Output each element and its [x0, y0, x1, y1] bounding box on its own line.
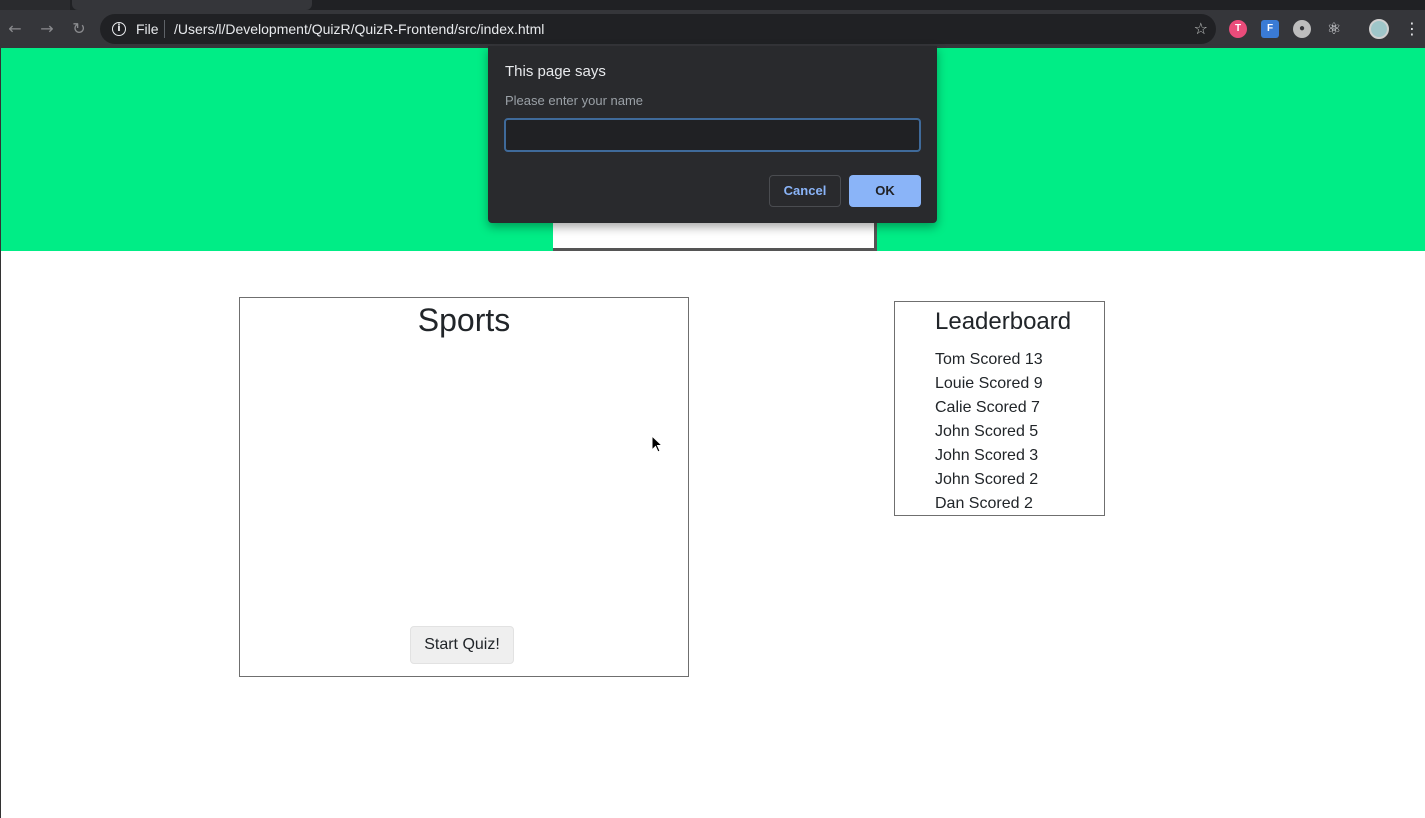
info-icon[interactable]: i [112, 22, 126, 36]
url-text[interactable]: /Users/l/Development/QuizR/QuizR-Fronten… [174, 20, 544, 38]
extension-icon-1[interactable]: T [1229, 20, 1247, 38]
quiz-title: Sports [417, 302, 511, 338]
extension-icon-2[interactable]: F [1261, 20, 1279, 38]
leaderboard-title: Leaderboard [935, 308, 1072, 335]
ok-button[interactable]: OK [849, 175, 921, 207]
extension-icon-3[interactable]: ● [1293, 20, 1311, 38]
menu-dots-icon[interactable]: ⋮ [1404, 19, 1420, 39]
leaderboard-entry: Dan Scored 2 [935, 495, 1033, 512]
url-scheme: File [136, 21, 159, 37]
dialog-message: Please enter your name [505, 93, 644, 108]
leaderboard-entry: Louie Scored 9 [935, 375, 1043, 392]
leaderboard-entry: John Scored 3 [935, 447, 1039, 464]
url-separator [164, 20, 165, 38]
tab-strip [0, 0, 1425, 10]
forward-icon[interactable]: → [37, 19, 57, 39]
mouse-cursor-icon [651, 435, 663, 453]
prompt-dialog: This page says Please enter your name Ca… [488, 46, 937, 223]
leaderboard: Leaderboard Tom Scored 13 Louie Scored 9… [894, 301, 1105, 516]
leaderboard-entry: John Scored 5 [935, 423, 1039, 440]
dialog-title: This page says [505, 63, 606, 80]
address-bar[interactable]: i File /Users/l/Development/QuizR/QuizR-… [100, 14, 1216, 44]
profile-avatar[interactable] [1369, 19, 1389, 39]
start-quiz-button[interactable]: Start Quiz! [410, 626, 514, 664]
leaderboard-entry: Tom Scored 13 [935, 351, 1043, 368]
reload-icon[interactable]: ↻ [69, 19, 89, 39]
leaderboard-list: Tom Scored 13 Louie Scored 9 Calie Score… [935, 348, 1043, 516]
leaderboard-entry: Calie Scored 7 [935, 399, 1040, 416]
cancel-button[interactable]: Cancel [769, 175, 841, 207]
back-icon[interactable]: ← [5, 19, 25, 39]
browser-toolbar: ← → ↻ i File /Users/l/Development/QuizR/… [0, 10, 1425, 48]
react-devtools-icon[interactable]: ⚛ [1325, 20, 1343, 38]
browser-tab-active[interactable] [72, 0, 312, 10]
browser-tab-inactive[interactable] [0, 0, 70, 10]
star-icon[interactable]: ☆ [1194, 19, 1208, 39]
leaderboard-entry: John Scored 2 [935, 471, 1039, 488]
quiz-card: Sports Start Quiz! [239, 297, 689, 677]
name-input[interactable] [504, 118, 921, 152]
